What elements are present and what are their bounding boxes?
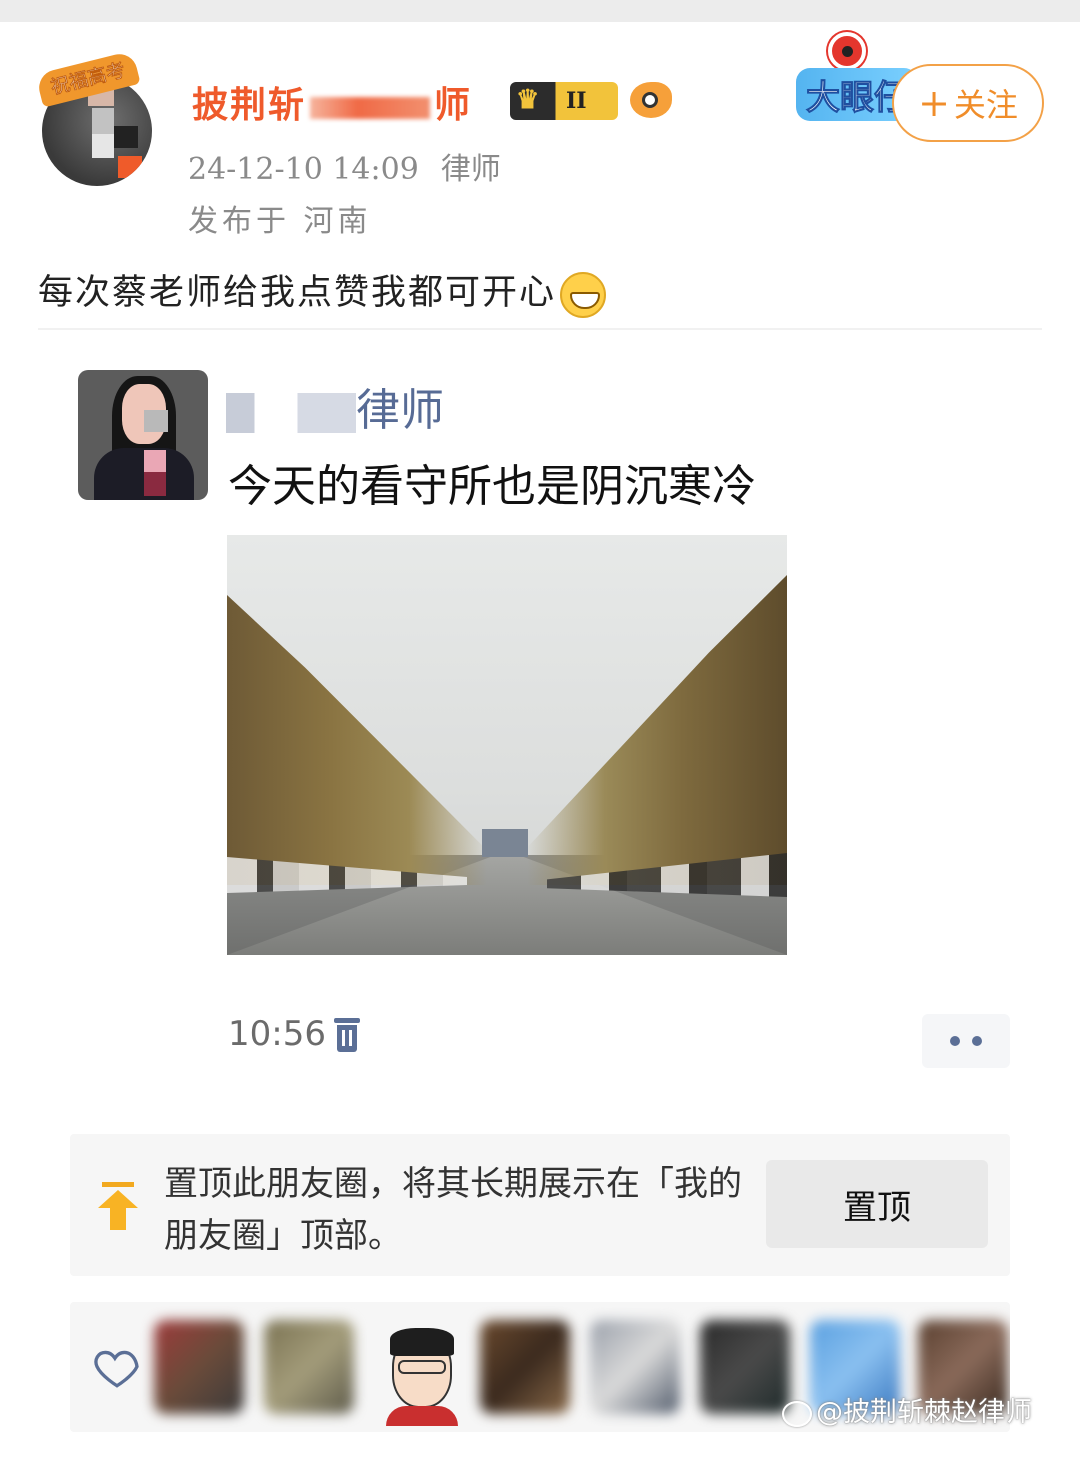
- liker-avatar[interactable]: [154, 1320, 244, 1414]
- moment-time: 10:56: [228, 1014, 326, 1054]
- watermark-text: @披荆斩棘赵律师: [816, 1397, 1032, 1428]
- pixelated-patch: [118, 156, 142, 178]
- pixelated-patch: [144, 450, 166, 472]
- weibo-watermark: @披荆斩棘赵律师: [782, 1390, 1032, 1429]
- liker-avatar[interactable]: [480, 1320, 570, 1414]
- dot-icon: [950, 1036, 960, 1046]
- pin-top-icon: [98, 1182, 138, 1230]
- member-badge[interactable]: ♛ II: [510, 82, 618, 120]
- grinning-face-icon: [560, 271, 607, 318]
- post-location: 发布于 河南: [188, 204, 372, 239]
- moment-author-avatar[interactable]: [78, 370, 208, 500]
- liker-avatar[interactable]: [700, 1320, 790, 1414]
- pin-description: 置顶此朋友圈，将其长期展示在「我的朋友圈」顶部。: [164, 1164, 742, 1256]
- pixelated-patch: [144, 410, 168, 432]
- liker-avatar[interactable]: [264, 1320, 354, 1414]
- trash-icon[interactable]: [334, 1018, 360, 1052]
- author-name-visible: 律师: [356, 385, 444, 436]
- username-blur: [310, 97, 431, 119]
- top-bar: [0, 0, 1080, 22]
- user-avatar[interactable]: 祝福高考: [35, 50, 160, 186]
- username-start: 披荆斩: [192, 84, 307, 126]
- author-name-blur: [226, 393, 356, 433]
- trash-bin: [337, 1025, 357, 1052]
- post-meta: 24-12-10 14:09 律师: [188, 144, 501, 188]
- dot-icon: [972, 1036, 982, 1046]
- post-source: 律师: [440, 152, 501, 187]
- pin-top-bar: [102, 1182, 134, 1187]
- crown-icon: ♛: [516, 85, 540, 115]
- post-text: 每次蔡老师给我点赞我都可开心: [38, 264, 607, 318]
- liker-avatar[interactable]: [590, 1320, 680, 1414]
- pixelated-patch: [92, 108, 114, 134]
- liker-avatar-cartoon[interactable]: [376, 1326, 468, 1426]
- member-level: II: [566, 88, 587, 114]
- post-body: 每次蔡老师给我点赞我都可开心: [38, 273, 557, 313]
- moment-text: 今天的看守所也是阴沉寒冷: [228, 461, 756, 512]
- username-end: 师: [434, 84, 473, 126]
- trash-lid: [334, 1018, 360, 1023]
- post-timestamp: 24-12-10 14:09: [188, 152, 419, 187]
- pin-card: 置顶此朋友圈，将其长期展示在「我的朋友圈」顶部。 置顶: [70, 1134, 1010, 1276]
- cartoon-hair: [390, 1328, 454, 1356]
- weibo-logo-icon: [782, 1400, 812, 1427]
- eye-icon: [828, 32, 866, 70]
- pixelated-patch: [92, 134, 114, 158]
- cartoon-suit: [386, 1406, 458, 1426]
- username[interactable]: 披荆斩 师: [192, 76, 472, 128]
- moment-author-name[interactable]: 律师: [226, 374, 444, 438]
- plus-icon: +: [918, 81, 950, 125]
- divider: [38, 328, 1042, 330]
- moment-photo[interactable]: [227, 535, 787, 955]
- pixelated-patch: [114, 126, 138, 148]
- fish-icon[interactable]: [630, 82, 672, 118]
- follow-label: 关注: [953, 86, 1018, 124]
- more-button[interactable]: [922, 1014, 1010, 1068]
- heart-icon[interactable]: [92, 1342, 142, 1392]
- pixelated-patch: [144, 472, 166, 496]
- up-arrow-icon: [98, 1190, 138, 1230]
- pin-button[interactable]: 置顶: [766, 1160, 988, 1248]
- photo-building: [482, 829, 528, 857]
- follow-button[interactable]: + 关注: [892, 64, 1044, 142]
- glasses-icon: [398, 1360, 446, 1374]
